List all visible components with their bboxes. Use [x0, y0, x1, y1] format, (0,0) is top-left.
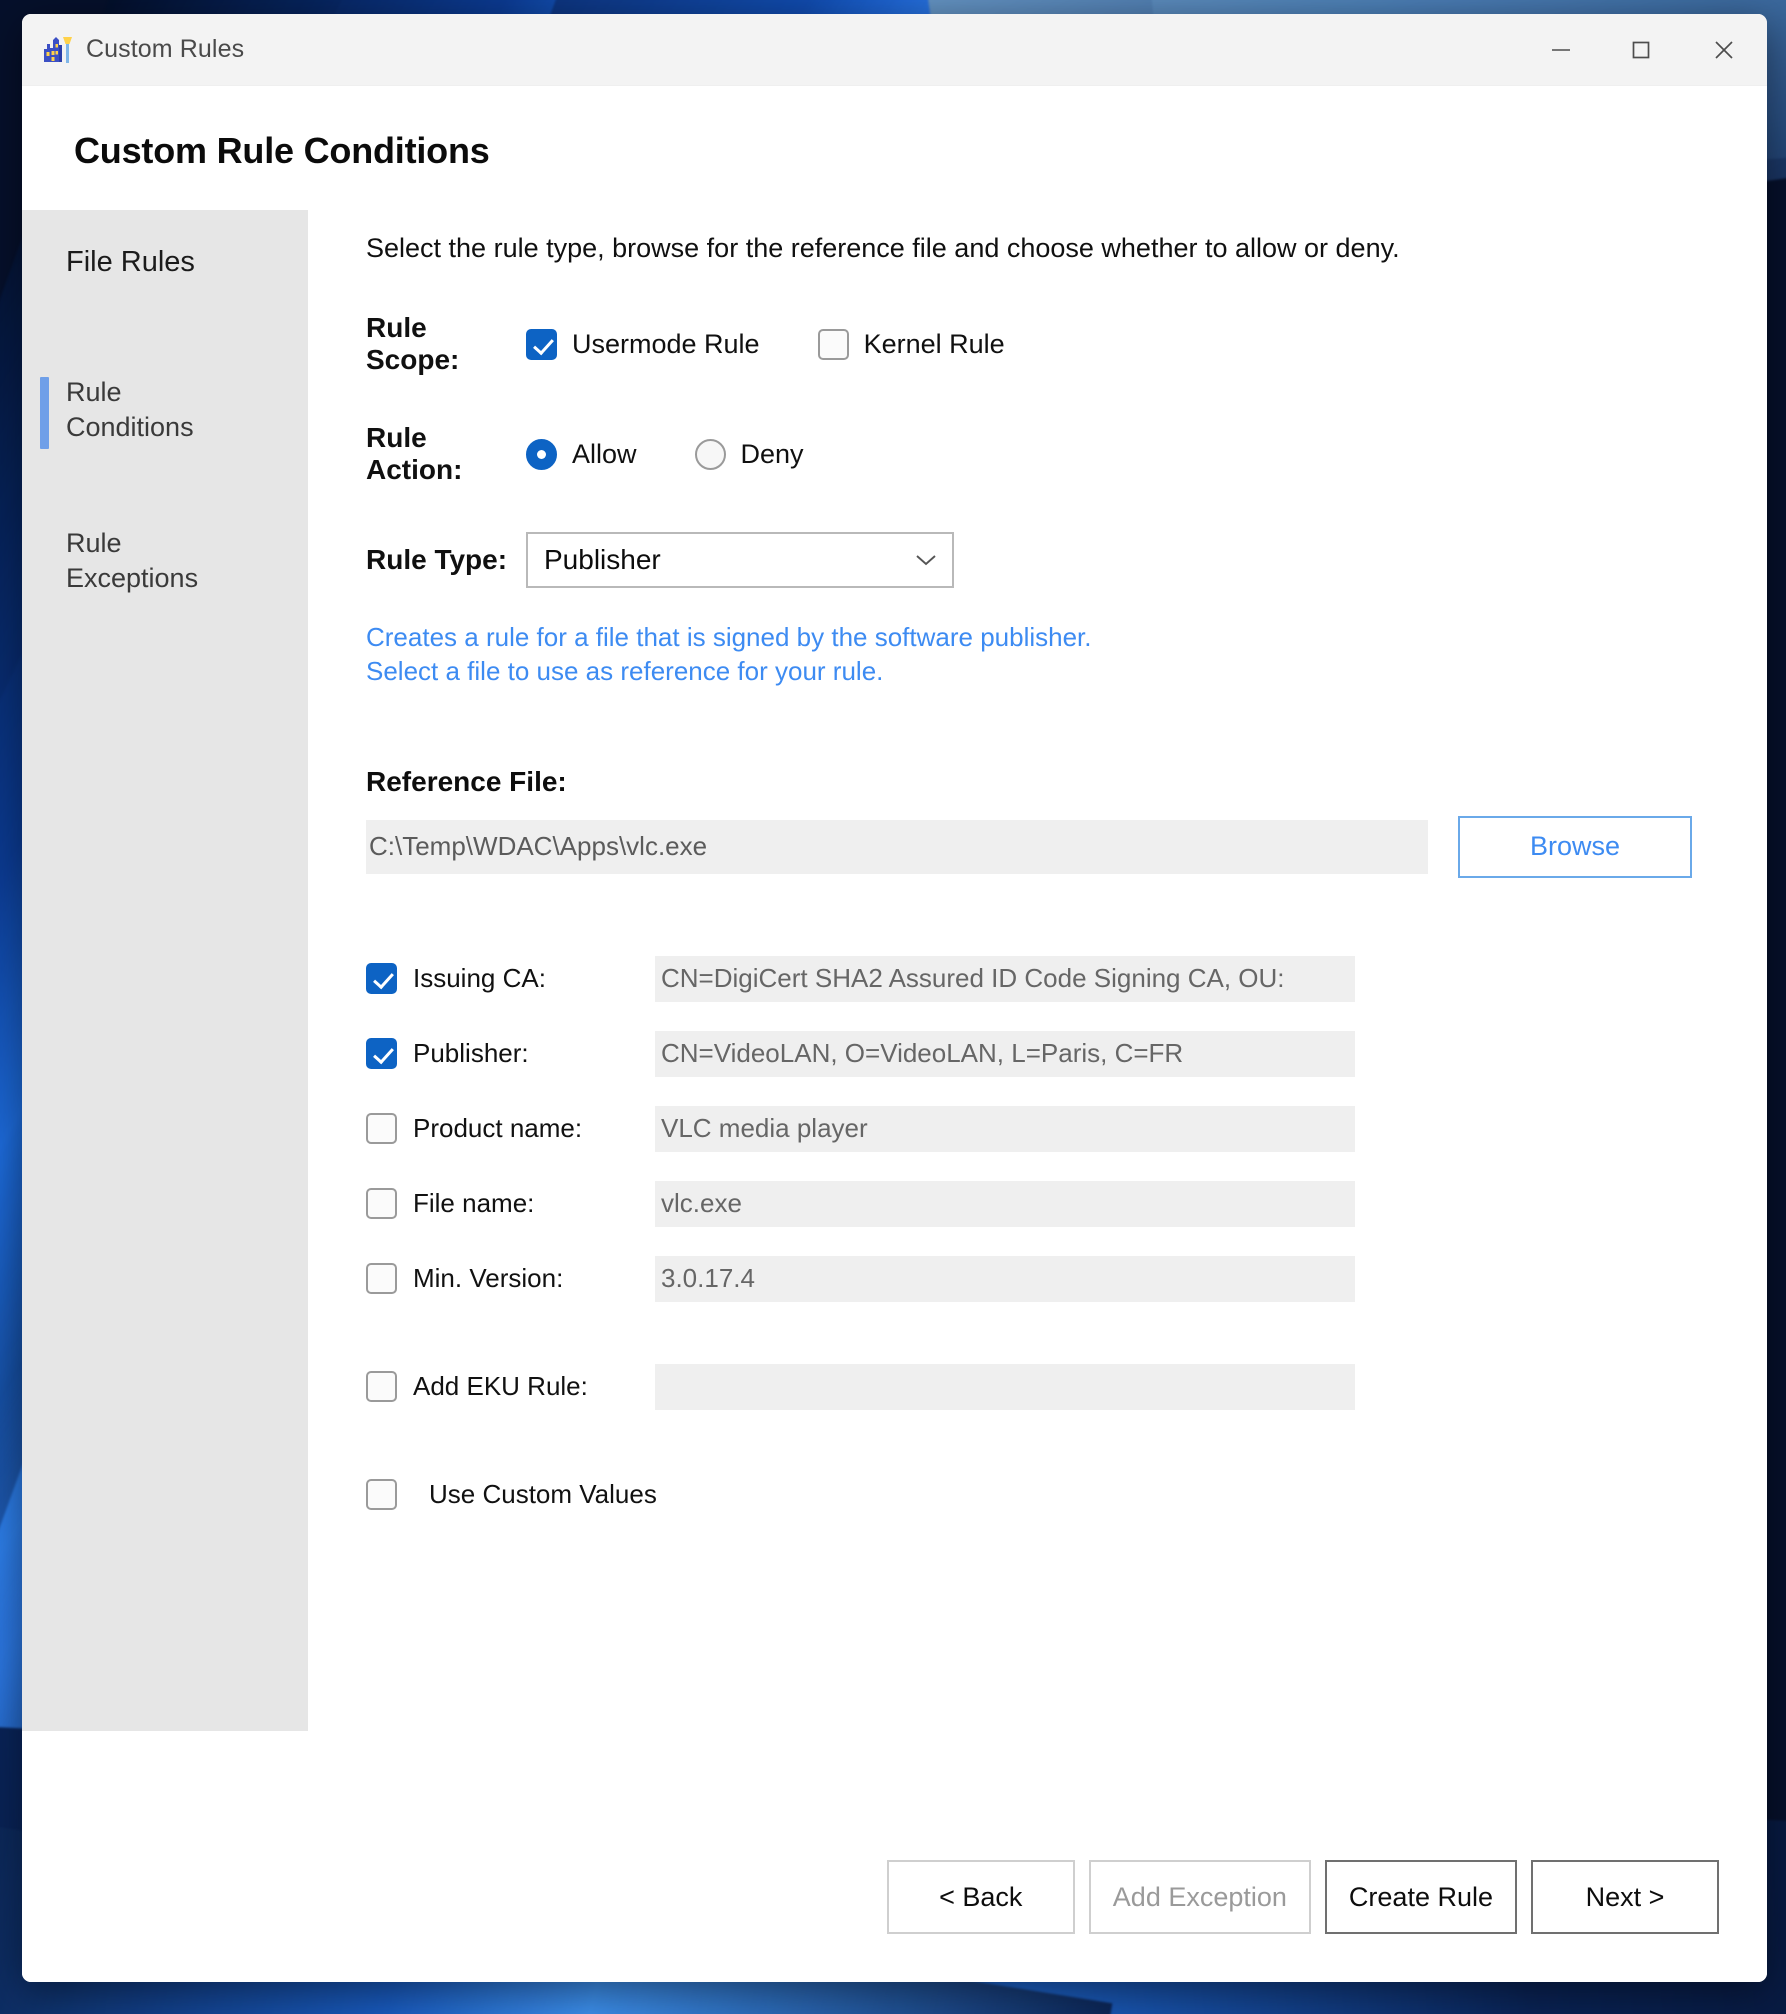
use-custom-values-checkbox[interactable]	[366, 1479, 397, 1510]
issuing-ca-checkbox[interactable]	[366, 963, 397, 994]
min-version-value: 3.0.17.4	[655, 1256, 1355, 1302]
attribute-list: Issuing CA: CN=DigiCert SHA2 Assured ID …	[366, 956, 1767, 1518]
sidebar: File Rules Rule Conditions Rule Exceptio…	[22, 210, 308, 1731]
min-version-row: Min. Version: 3.0.17.4	[366, 1256, 1767, 1302]
browse-button[interactable]: Browse	[1458, 816, 1692, 878]
sidebar-item-label-line2: Exceptions	[66, 561, 308, 596]
usermode-rule-label: Usermode Rule	[572, 329, 760, 360]
rule-type-hint-line2: Select a file to use as reference for yo…	[366, 655, 1767, 688]
rule-type-hint-line1: Creates a rule for a file that is signed…	[366, 621, 1767, 654]
create-rule-button[interactable]: Create Rule	[1325, 1860, 1517, 1934]
rule-type-value: Publisher	[544, 544, 661, 576]
use-custom-values-label: Use Custom Values	[429, 1479, 657, 1510]
publisher-value: CN=VideoLAN, O=VideoLAN, L=Paris, C=FR	[655, 1031, 1355, 1077]
rule-scope-row: Rule Scope: Usermode Rule Kernel Rule	[366, 312, 1767, 376]
page-title: Custom Rule Conditions	[22, 86, 1767, 172]
rule-type-select[interactable]: Publisher	[526, 532, 954, 588]
custom-rules-window: Custom Rules Custom Rule Conditions File…	[22, 14, 1767, 1982]
rule-action-label: Rule Action:	[366, 422, 526, 486]
castle-icon	[40, 33, 74, 67]
add-eku-rule-row: Add EKU Rule:	[366, 1364, 1767, 1410]
use-custom-values-row[interactable]: Use Custom Values	[366, 1472, 1767, 1518]
file-name-label: File name:	[413, 1188, 655, 1219]
deny-label: Deny	[741, 439, 804, 470]
rule-type-label: Rule Type:	[366, 544, 526, 576]
product-name-row: Product name: VLC media player	[366, 1106, 1767, 1152]
footer-button-bar: < Back Add Exception Create Rule Next >	[22, 1812, 1767, 1982]
sidebar-item-label-line1: Rule	[66, 526, 308, 561]
add-exception-button[interactable]: Add Exception	[1089, 1860, 1311, 1934]
file-name-checkbox[interactable]	[366, 1188, 397, 1219]
usermode-rule-checkbox-group[interactable]: Usermode Rule	[526, 329, 760, 360]
reference-file-path[interactable]: C:\Temp\WDAC\Apps\vlc.exe	[366, 820, 1428, 874]
issuing-ca-row: Issuing CA: CN=DigiCert SHA2 Assured ID …	[366, 956, 1767, 1002]
sidebar-item-label-line1: Rule	[66, 375, 308, 410]
allow-label: Allow	[572, 439, 637, 470]
rule-type-row: Rule Type: Publisher	[366, 532, 1767, 588]
allow-radio-group[interactable]: Allow	[526, 439, 637, 470]
kernel-rule-checkbox-group[interactable]: Kernel Rule	[818, 329, 1005, 360]
allow-radio[interactable]	[526, 439, 557, 470]
rule-type-hint: Creates a rule for a file that is signed…	[366, 621, 1767, 688]
window-title: Custom Rules	[86, 35, 244, 64]
maximize-icon[interactable]	[1601, 14, 1681, 85]
sidebar-item-label-line2: Conditions	[66, 410, 308, 445]
intro-text: Select the rule type, browse for the ref…	[366, 230, 1556, 266]
window-body: File Rules Rule Conditions Rule Exceptio…	[22, 172, 1767, 1812]
deny-radio[interactable]	[695, 439, 726, 470]
sidebar-heading: File Rules	[22, 246, 308, 279]
product-name-checkbox[interactable]	[366, 1113, 397, 1144]
window-controls	[1521, 14, 1767, 85]
chevron-down-icon	[914, 547, 938, 573]
rule-action-row: Rule Action: Allow Deny	[366, 422, 1767, 486]
sidebar-item-rule-conditions[interactable]: Rule Conditions	[22, 375, 308, 444]
issuing-ca-value: CN=DigiCert SHA2 Assured ID Code Signing…	[655, 956, 1355, 1002]
usermode-rule-checkbox[interactable]	[526, 329, 557, 360]
min-version-checkbox[interactable]	[366, 1263, 397, 1294]
product-name-value: VLC media player	[655, 1106, 1355, 1152]
back-button[interactable]: < Back	[887, 1860, 1075, 1934]
issuing-ca-label: Issuing CA:	[413, 963, 655, 994]
main-content: Select the rule type, browse for the ref…	[308, 210, 1767, 1812]
publisher-checkbox[interactable]	[366, 1038, 397, 1069]
deny-radio-group[interactable]: Deny	[695, 439, 804, 470]
min-version-label: Min. Version:	[413, 1263, 655, 1294]
publisher-row: Publisher: CN=VideoLAN, O=VideoLAN, L=Pa…	[366, 1031, 1767, 1077]
minimize-icon[interactable]	[1521, 14, 1601, 85]
sidebar-item-rule-exceptions[interactable]: Rule Exceptions	[22, 526, 308, 595]
reference-file-label: Reference File:	[366, 766, 1767, 798]
kernel-rule-checkbox[interactable]	[818, 329, 849, 360]
active-indicator	[40, 377, 49, 449]
publisher-label: Publisher:	[413, 1038, 655, 1069]
product-name-label: Product name:	[413, 1113, 655, 1144]
next-button[interactable]: Next >	[1531, 1860, 1719, 1934]
file-name-value: vlc.exe	[655, 1181, 1355, 1227]
add-eku-rule-label: Add EKU Rule:	[413, 1371, 655, 1402]
rule-scope-label: Rule Scope:	[366, 312, 526, 376]
file-name-row: File name: vlc.exe	[366, 1181, 1767, 1227]
add-eku-rule-checkbox[interactable]	[366, 1371, 397, 1402]
reference-file-row: C:\Temp\WDAC\Apps\vlc.exe Browse	[366, 816, 1767, 878]
close-icon[interactable]	[1681, 14, 1767, 85]
kernel-rule-label: Kernel Rule	[864, 329, 1005, 360]
title-bar: Custom Rules	[22, 14, 1767, 86]
add-eku-rule-value[interactable]	[655, 1364, 1355, 1410]
